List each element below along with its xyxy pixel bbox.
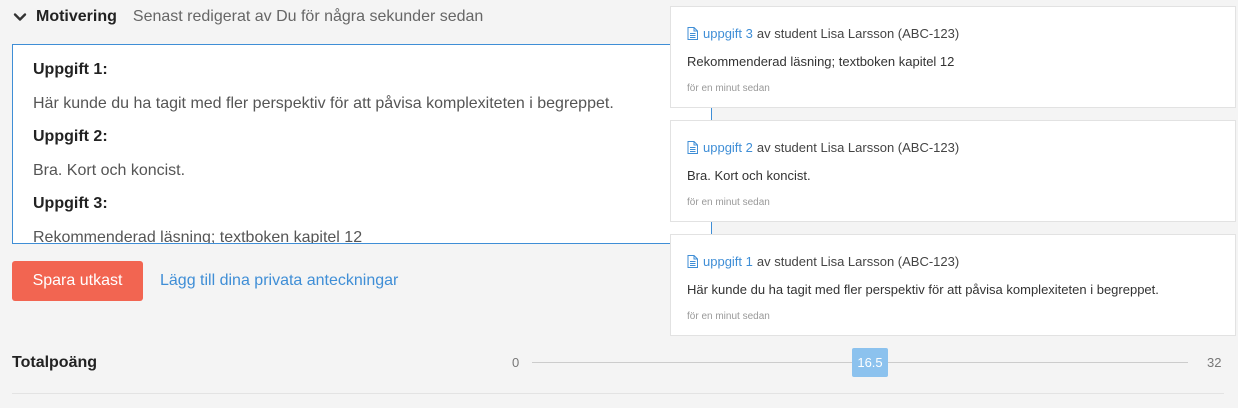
chevron-down-icon[interactable]: [12, 9, 28, 25]
editor-heading: Uppgift 3:: [33, 195, 108, 212]
comment-task-link[interactable]: uppgift 2: [703, 140, 753, 155]
comment-header: uppgift 2 av student Lisa Larsson (ABC-1…: [687, 139, 1235, 155]
editor-heading: Uppgift 1:: [33, 61, 108, 78]
editor-paragraph: Bra. Kort och koncist.: [33, 162, 186, 179]
document-icon: [687, 140, 698, 154]
comment-card: uppgift 1 av student Lisa Larsson (ABC-1…: [670, 234, 1236, 336]
comments-panel: uppgift 3 av student Lisa Larsson (ABC-1…: [670, 6, 1236, 348]
divider: [12, 393, 1224, 394]
comment-timestamp: för en minut sedan: [687, 197, 770, 208]
slider-min-label: 0: [512, 355, 520, 370]
last-edited-status: Senast redigerat av Du för några sekunde…: [132, 8, 484, 25]
comment-author: av student Lisa Larsson (ABC-123): [756, 253, 960, 269]
add-private-notes-link[interactable]: Lägg till dina privata anteckningar: [160, 272, 398, 290]
comment-text: Rekommenderad läsning; textboken kapitel…: [687, 54, 955, 69]
section-header[interactable]: Motivering Senast redigerat av Du för nå…: [12, 6, 483, 28]
editor-heading: Uppgift 2:: [33, 128, 108, 145]
comment-card: uppgift 2 av student Lisa Larsson (ABC-1…: [670, 120, 1236, 222]
editor-paragraph: Rekommenderad läsning; textboken kapitel…: [33, 229, 363, 244]
comment-author: av student Lisa Larsson (ABC-123): [756, 139, 960, 155]
save-draft-button[interactable]: Spara utkast: [12, 261, 143, 301]
comment-timestamp: för en minut sedan: [687, 311, 770, 322]
comment-text: Bra. Kort och koncist.: [687, 168, 811, 183]
comment-text: Här kunde du ha tagit med fler perspekti…: [687, 282, 1159, 297]
section-title: Motivering: [36, 8, 117, 25]
document-icon: [687, 26, 698, 40]
comment-author: av student Lisa Larsson (ABC-123): [756, 25, 960, 41]
score-slider-handle[interactable]: 16.5: [852, 348, 888, 377]
comment-card: uppgift 3 av student Lisa Larsson (ABC-1…: [670, 6, 1236, 108]
comment-timestamp: för en minut sedan: [687, 83, 770, 94]
total-score-label: Totalpoäng: [12, 354, 98, 371]
document-icon: [687, 254, 698, 268]
comment-header: uppgift 1 av student Lisa Larsson (ABC-1…: [687, 253, 1235, 269]
comment-header: uppgift 3 av student Lisa Larsson (ABC-1…: [687, 25, 1235, 41]
slider-max-label: 32: [1207, 355, 1222, 370]
editor-paragraph: Här kunde du ha tagit med fler perspekti…: [33, 95, 614, 112]
comment-task-link[interactable]: uppgift 3: [703, 26, 753, 41]
comment-task-link[interactable]: uppgift 1: [703, 254, 753, 269]
motivation-editor[interactable]: Uppgift 1: Här kunde du ha tagit med fle…: [12, 44, 712, 244]
